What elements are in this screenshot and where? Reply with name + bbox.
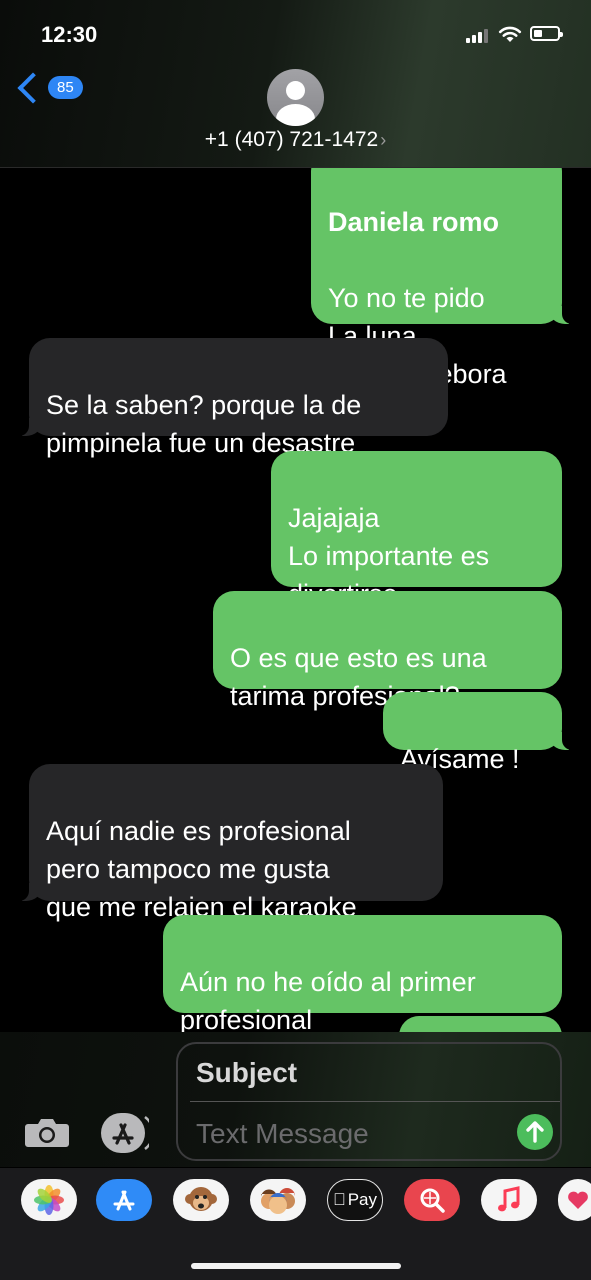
navigation-header: 12:30 85 +1 (407) 721-1472 › (0, 0, 591, 168)
photos-icon[interactable] (21, 1179, 77, 1221)
divider (190, 1101, 560, 1102)
wifi-icon (498, 26, 522, 42)
message-input-field[interactable]: Subject Text Message (176, 1042, 562, 1161)
message-bubble-sent[interactable]: Jajajaja Lo importante es divertirse (271, 451, 562, 609)
person-icon (286, 81, 305, 100)
message-bubble-sent[interactable]: O es que esto es una tarima profesional? (213, 591, 562, 711)
message-text: Daniela romo (328, 207, 500, 237)
chevron-right-icon: › (380, 130, 387, 150)
contact-avatar[interactable] (267, 69, 324, 126)
message-bubble-sent[interactable]: Aún no he oído al primer profesional (163, 915, 562, 1035)
message-bubble-sent[interactable]: Avísame ! (383, 692, 576, 774)
apple-pay-icon[interactable]: Pay (327, 1179, 383, 1221)
send-button[interactable] (517, 1114, 553, 1150)
app-store-button-icon[interactable] (101, 1113, 149, 1153)
subject-input[interactable]: Subject (196, 1057, 297, 1089)
digital-touch-icon[interactable] (558, 1179, 591, 1221)
message-bubble-sent[interactable]: Daniela romo Yo no te pido La luna Maru … (311, 150, 576, 389)
contact-name: +1 (407) 721-1472 (204, 128, 379, 151)
app-store-icon[interactable] (96, 1179, 152, 1221)
text-message-input[interactable]: Text Message (196, 1118, 369, 1150)
web-images-icon[interactable] (404, 1179, 460, 1221)
message-bubble-received[interactable]: Se la saben? porque la de pimpinela fue … (15, 338, 448, 458)
status-time: 12:30 (41, 22, 98, 47)
animoji-icon[interactable] (173, 1179, 229, 1221)
message-text: Se la saben? porque la de pimpinela fue … (46, 390, 362, 458)
chevron-left-icon (17, 71, 49, 104)
music-icon[interactable] (481, 1179, 537, 1221)
home-indicator (191, 1263, 401, 1269)
arrow-up-icon (526, 1121, 544, 1143)
message-text: Aquí nadie es profesional pero tampoco m… (46, 816, 357, 922)
contact-name-button[interactable]: +1 (407) 721-1472 › (0, 128, 591, 152)
memoji-icon[interactable] (250, 1179, 306, 1221)
back-button[interactable]: 85 (16, 71, 83, 104)
apple-pay-label: Pay (341, 1190, 377, 1209)
message-bubble-received[interactable]: Aquí nadie es profesional pero tampoco m… (15, 764, 443, 922)
cellular-signal-icon (466, 29, 490, 43)
camera-icon[interactable] (24, 1116, 70, 1148)
unread-count-badge: 85 (48, 76, 83, 99)
battery-icon (530, 26, 563, 41)
